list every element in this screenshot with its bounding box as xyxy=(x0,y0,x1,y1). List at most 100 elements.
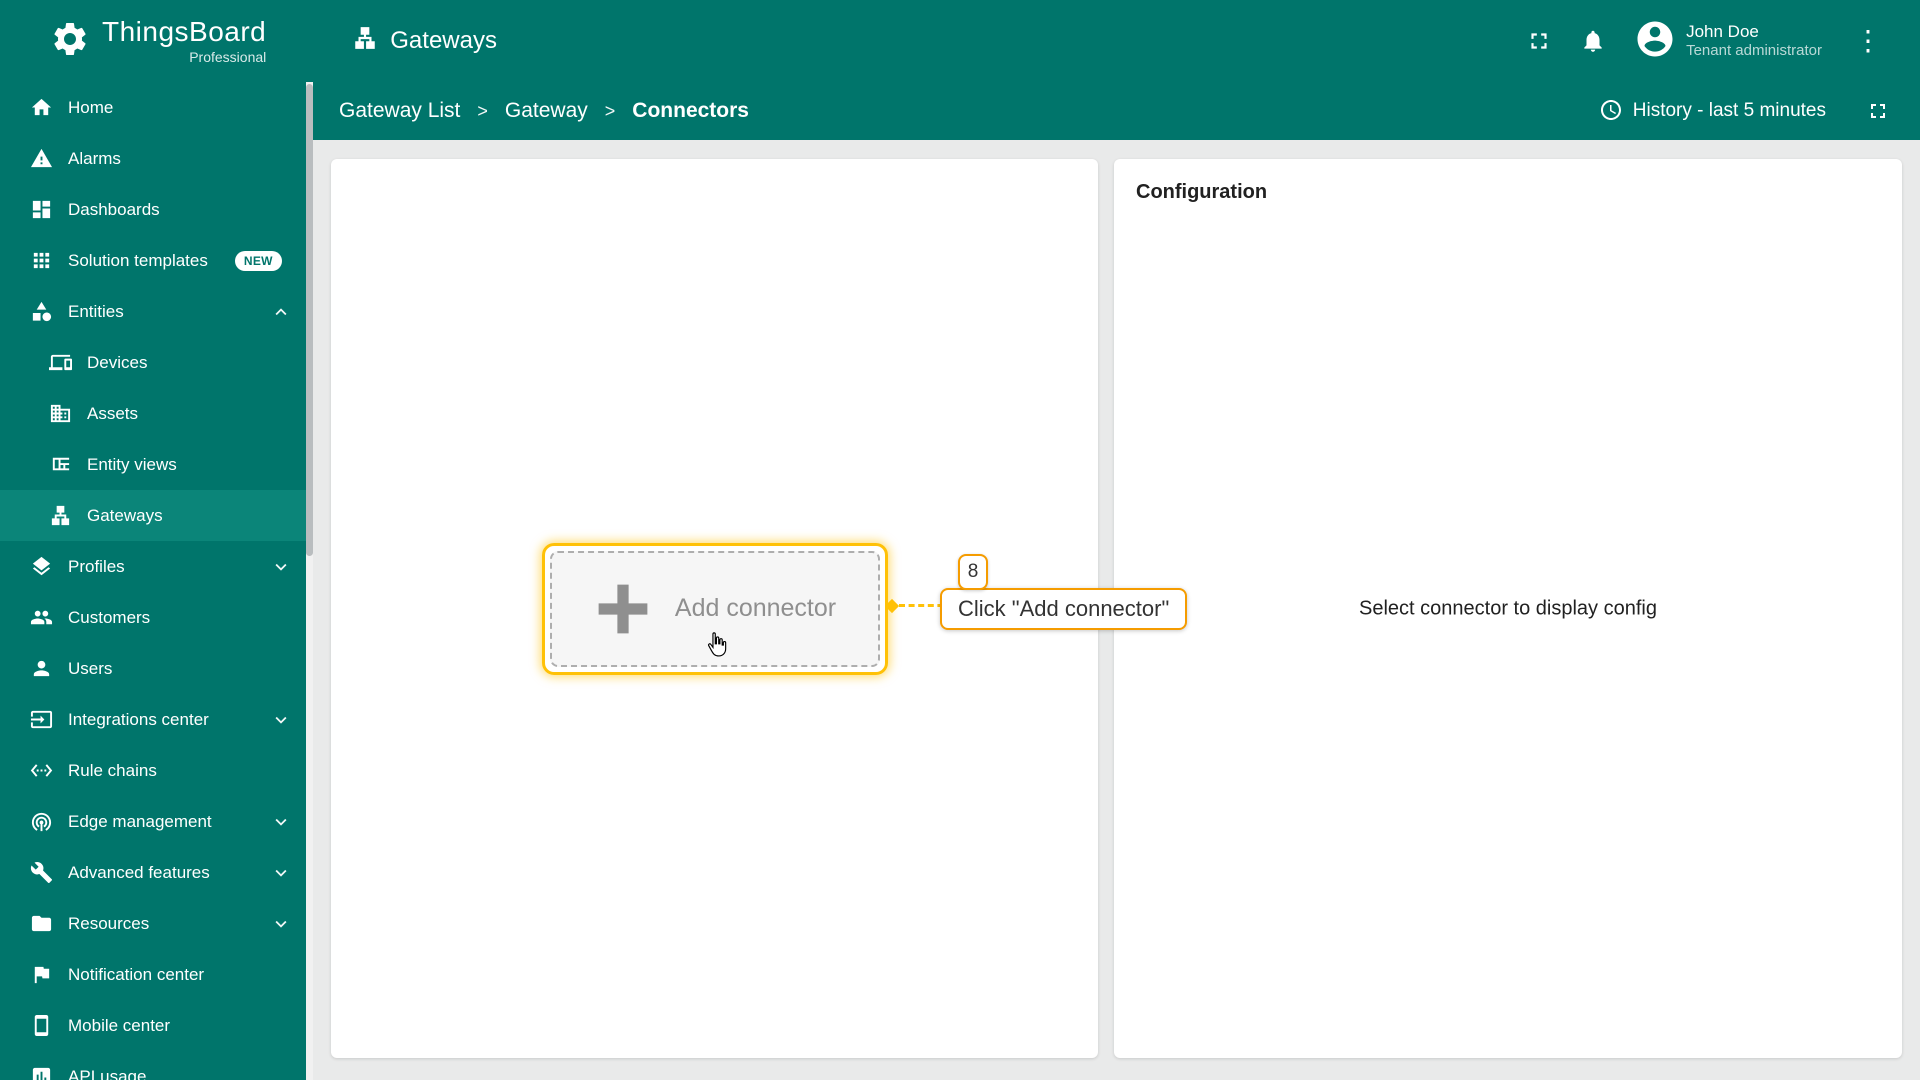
sidebar-item-entities[interactable]: Entities xyxy=(0,286,306,337)
chevron-down-icon xyxy=(270,862,292,884)
avatar xyxy=(1634,18,1676,65)
notifications-bell-icon[interactable] xyxy=(1580,28,1606,54)
sidebar-item-advanced-features[interactable]: Advanced features xyxy=(0,847,306,898)
fullscreen-icon[interactable] xyxy=(1866,99,1890,123)
settings-ethernet-icon xyxy=(30,759,53,782)
sidebar-item-label: Integrations center xyxy=(68,709,209,729)
sidebar-item-label: Home xyxy=(68,97,114,117)
sidebar-item-resources[interactable]: Resources xyxy=(0,898,306,949)
sidebar-item-label: Devices xyxy=(87,352,148,372)
sidebar-item-rule-chains[interactable]: Rule chains xyxy=(0,745,306,796)
smartphone-icon xyxy=(30,1014,53,1037)
sidebar-item-label: Mobile center xyxy=(68,1015,171,1035)
sidebar-item-label: Dashboards xyxy=(68,199,160,219)
add-connector-label: Add connector xyxy=(674,594,837,622)
input-icon xyxy=(30,708,53,731)
scrollbar-track xyxy=(306,82,313,1080)
scrollbar-thumb[interactable] xyxy=(306,84,313,556)
sidebar-item-profiles[interactable]: Profiles xyxy=(0,541,306,592)
sidebar-item-label: Profiles xyxy=(68,556,125,576)
breadcrumb-separator: > xyxy=(477,100,488,121)
dashboards-icon xyxy=(30,198,53,221)
sidebar-item-label: Edge management xyxy=(68,811,212,831)
sidebar-item-mobile-center[interactable]: Mobile center xyxy=(0,1000,306,1051)
sidebar-item-solution-templates[interactable]: Solution templates NEW xyxy=(0,235,306,286)
user-name: John Doe xyxy=(1686,22,1759,41)
sidebar-item-label: Notification center xyxy=(68,964,205,984)
breadcrumb-separator: > xyxy=(604,100,616,121)
devices-icon xyxy=(49,351,72,374)
sidebar-item-label: Customers xyxy=(68,607,151,627)
configuration-placeholder: Select connector to display config xyxy=(1359,597,1657,619)
people-icon xyxy=(30,606,53,629)
user-role: Tenant administrator xyxy=(1686,42,1822,60)
sidebar-item-gateways[interactable]: Gateways xyxy=(0,490,306,541)
fullscreen-icon[interactable] xyxy=(1526,28,1552,54)
sidebar-item-dashboards[interactable]: Dashboards xyxy=(0,184,306,235)
build-icon xyxy=(30,861,53,884)
flag-icon xyxy=(30,963,53,986)
sidebar-item-customers[interactable]: Customers xyxy=(0,592,306,643)
brand-subtitle: Professional xyxy=(189,49,267,65)
configuration-panel: Configuration Select connector to displa… xyxy=(1114,159,1902,1058)
home-icon xyxy=(30,96,53,119)
configuration-title: Configuration xyxy=(1136,181,1268,203)
user-menu[interactable]: John Doe Tenant administrator xyxy=(1634,18,1822,65)
sidebar-item-notification-center[interactable]: Notification center xyxy=(0,949,306,1000)
sidebar-item-api-usage[interactable]: API usage xyxy=(0,1051,306,1080)
sidebar-item-edge-management[interactable]: Edge management xyxy=(0,796,306,847)
domain-icon xyxy=(49,402,72,425)
warning-icon xyxy=(30,147,53,170)
sidebar-item-label: Alarms xyxy=(68,148,121,168)
sidebar-item-label: Users xyxy=(68,658,113,678)
brand-name: ThingsBoard xyxy=(102,16,267,47)
sidebar-item-label: Resources xyxy=(68,913,150,933)
sidebar-item-entity-views[interactable]: Entity views xyxy=(0,439,306,490)
page-title: Gateways xyxy=(352,25,497,58)
sidebar-item-devices[interactable]: Devices xyxy=(0,337,306,388)
tutorial-instruction: Click "Add connector" xyxy=(940,588,1188,630)
person-icon xyxy=(30,657,53,680)
chevron-down-icon xyxy=(270,913,292,935)
apps-icon xyxy=(30,249,53,272)
new-badge: NEW xyxy=(234,250,282,271)
history-button[interactable] xyxy=(1599,98,1623,125)
thingsboard-logo[interactable]: ThingsBoard Professional xyxy=(0,18,266,64)
chart-icon xyxy=(30,1065,53,1080)
sidebar-item-label: Assets xyxy=(87,403,139,423)
sidebar-item-assets[interactable]: Assets xyxy=(0,388,306,439)
breadcrumb-gateway[interactable]: Gateway xyxy=(505,99,588,123)
topbar: ThingsBoard Professional Gateways John D… xyxy=(0,0,1920,82)
sidebar-item-users[interactable]: Users xyxy=(0,643,306,694)
plus-icon xyxy=(593,579,653,639)
folder-icon xyxy=(30,912,53,935)
breadcrumb-gateway-list[interactable]: Gateway List xyxy=(339,99,460,123)
main-content: Add connector Configuration Select conne… xyxy=(313,140,1920,1080)
sidebar-item-label: Solution templates xyxy=(68,250,208,270)
more-options-icon[interactable]: ⋮ xyxy=(1850,27,1886,55)
tutorial-step-badge: 8 xyxy=(958,554,988,590)
chevron-down-icon xyxy=(270,709,292,731)
breadcrumb: Gateway List > Gateway > Connectors Hist… xyxy=(313,82,1920,140)
sidebar-item-label: Rule chains xyxy=(68,760,157,780)
page-title-label: Gateways xyxy=(390,27,497,54)
sidebar-item-integrations-center[interactable]: Integrations center xyxy=(0,694,306,745)
sidebar-item-label: Entities xyxy=(68,301,124,321)
gear-logo-icon xyxy=(50,19,90,64)
chevron-down-icon xyxy=(270,811,292,833)
chevron-up-icon xyxy=(270,301,292,323)
tutorial-highlight-ring: Add connector xyxy=(541,542,888,675)
history-range-label[interactable]: History - last 5 minutes xyxy=(1633,100,1826,122)
lan-icon xyxy=(352,25,378,58)
clock-icon xyxy=(1599,98,1623,125)
view-quilt-icon xyxy=(49,453,72,476)
sidebar-item-label: Entity views xyxy=(87,454,177,474)
entities-icon xyxy=(30,300,53,323)
lan-icon xyxy=(49,504,72,527)
add-connector-button[interactable]: Add connector xyxy=(549,550,880,667)
sidebar: Home Alarms Dashboards Solution template… xyxy=(0,82,306,1080)
sidebar-item-home[interactable]: Home xyxy=(0,82,306,133)
layers-icon xyxy=(30,555,53,578)
sidebar-item-label: Advanced features xyxy=(68,862,210,882)
sidebar-item-alarms[interactable]: Alarms xyxy=(0,133,306,184)
